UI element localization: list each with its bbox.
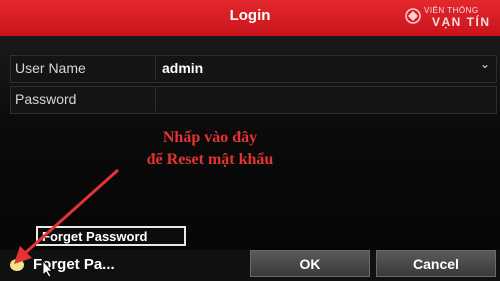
ok-button[interactable]: OK (250, 250, 370, 277)
username-label: User Name (15, 60, 86, 76)
annotation-line1: Nhấp vào đây (162, 129, 258, 146)
chevron-down-icon[interactable]: ⌄ (480, 57, 490, 71)
ok-label: OK (299, 256, 321, 272)
username-value: admin (162, 60, 204, 76)
username-select[interactable]: admin ⌄ (155, 56, 496, 80)
cancel-button[interactable]: Cancel (376, 250, 496, 277)
username-row: User Name admin ⌄ (10, 55, 497, 83)
password-row: Password (10, 86, 497, 114)
mouse-cursor-icon (42, 260, 53, 278)
forget-password-label: Forget Password (42, 229, 148, 244)
brand-watermark: VIỄN THÔNG VẠN TÍN (402, 3, 494, 33)
highlight-dot-icon (10, 259, 24, 271)
password-field[interactable] (155, 87, 496, 111)
forget-password-button[interactable]: Forget Password (36, 226, 186, 246)
title-bar: Login VIỄN THÔNG VẠN TÍN (0, 0, 500, 36)
annotation-line2: để Reset mật khẩu (146, 151, 274, 168)
brand-line1: VIỄN THÔNG (424, 6, 479, 15)
cancel-label: Cancel (413, 256, 459, 272)
password-label: Password (15, 91, 77, 107)
brand-line2: VẠN TÍN (432, 15, 491, 29)
brand-logo-icon (405, 8, 421, 24)
